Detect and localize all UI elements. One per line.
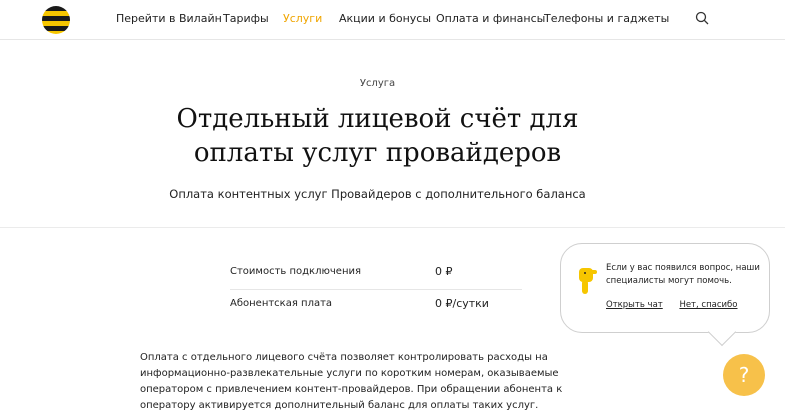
nav-item-tariffs[interactable]: Тарифы [223, 12, 269, 25]
service-description: Оплата с отдельного лицевого счёта позво… [140, 352, 563, 411]
chat-actions: Открыть чат Нет, спасибо [606, 300, 752, 310]
chat-message: Если у вас появился вопрос, наши специал… [606, 263, 760, 286]
nav-item-services[interactable]: Услуги [283, 12, 322, 25]
param-label: Абонентская плата [230, 298, 333, 309]
page-title-line1: Отдельный лицевой счёт для [176, 104, 579, 134]
param-value: 0 ₽ [435, 265, 453, 278]
param-label: Стоимость подключения [230, 266, 362, 277]
pointing-hand-icon [579, 268, 597, 294]
param-row-subscription: Абонентская плата 0 ₽/сутки [230, 290, 522, 322]
page-title-line2: оплаты услуг провайдеров [193, 138, 562, 168]
search-icon[interactable] [695, 11, 709, 25]
beeline-logo[interactable] [42, 6, 70, 34]
nav-item-promos[interactable]: Акции и бонусы [339, 12, 431, 25]
hero-section: Услуга Отдельный лицевой счёт для оплаты… [0, 40, 785, 228]
help-button[interactable]: ? [723, 354, 765, 396]
nav-item-payment[interactable]: Оплата и финансы [436, 12, 545, 25]
service-eyebrow: Услуга [359, 78, 396, 89]
open-chat-link[interactable]: Открыть чат [606, 300, 663, 310]
nav-item-beeline[interactable]: Перейти в Вилайн [116, 12, 222, 25]
page-title: Отдельный лицевой счёт для оплаты услуг … [0, 102, 755, 170]
dismiss-chat-link[interactable]: Нет, спасибо [679, 300, 737, 310]
page-subtitle: Оплата контентных услуг Провайдеров с до… [169, 187, 586, 201]
site-header: Перейти в Вилайн Тарифы Услуги Акции и б… [0, 0, 785, 40]
param-row-connection: Стоимость подключения 0 ₽ [230, 258, 522, 290]
service-params: Стоимость подключения 0 ₽ Абонентская пл… [230, 258, 522, 322]
nav-item-phones[interactable]: Телефоны и гаджеты [544, 12, 669, 25]
param-value: 0 ₽/сутки [435, 297, 489, 310]
